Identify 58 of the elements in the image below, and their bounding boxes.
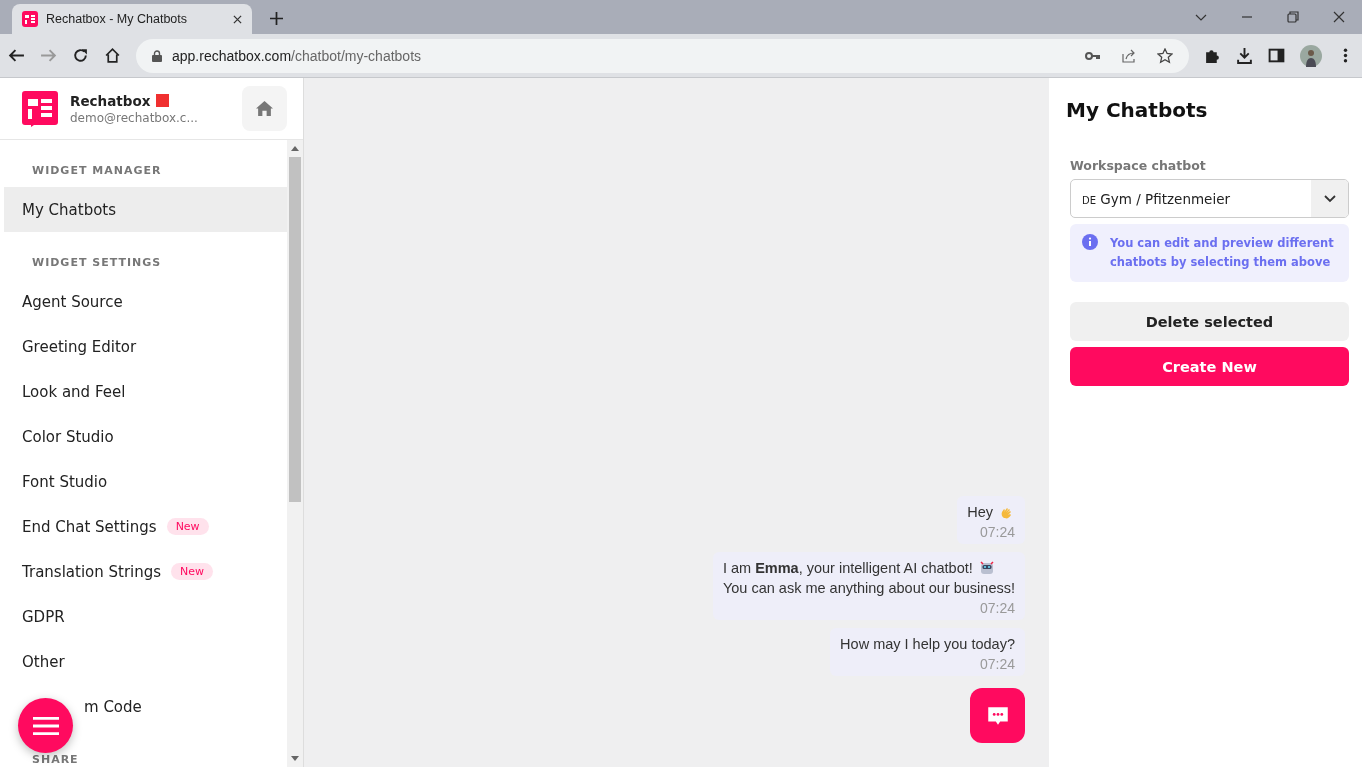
sidebar-item[interactable]: m Code bbox=[4, 684, 287, 729]
scroll-up-icon[interactable] bbox=[291, 146, 299, 151]
home-button[interactable] bbox=[242, 86, 287, 131]
close-icon[interactable] bbox=[233, 14, 242, 24]
sidebar-item[interactable]: End Chat Settings New bbox=[4, 504, 287, 549]
chevron-down-icon bbox=[1323, 194, 1336, 203]
status-square-icon bbox=[156, 94, 170, 107]
sidebar-item[interactable]: Look and Feel bbox=[4, 369, 287, 414]
share-icon[interactable] bbox=[1121, 47, 1137, 64]
menu-icon bbox=[32, 715, 59, 736]
chat-message: How may I help you today? 07:24 bbox=[830, 628, 1025, 676]
robot-icon bbox=[978, 560, 995, 576]
create-button[interactable]: Create New bbox=[1070, 347, 1349, 386]
menu-button[interactable] bbox=[18, 698, 73, 753]
back-icon[interactable] bbox=[8, 47, 25, 64]
new-badge: New bbox=[166, 518, 209, 535]
scroll-down-icon[interactable] bbox=[291, 756, 299, 761]
sidebar-item[interactable]: My Chatbots bbox=[4, 187, 287, 232]
panel-title: My Chatbots bbox=[1066, 98, 1209, 122]
section-heading: SHARE bbox=[31, 752, 80, 767]
sidebar-item[interactable]: GDPR bbox=[4, 594, 287, 639]
sidebar-item[interactable]: Agent Source bbox=[4, 279, 287, 324]
sidebar-item[interactable]: Greeting Editor bbox=[4, 324, 287, 369]
account-name: Rechatbox bbox=[70, 92, 151, 109]
chatbot-select[interactable]: DE Gym / Pfitzenmeier bbox=[1070, 179, 1349, 218]
sidebar-item[interactable]: Color Studio bbox=[4, 414, 287, 459]
delete-button[interactable]: Delete selected bbox=[1070, 302, 1349, 341]
address-bar[interactable]: app.rechatbox.com/chatbot/my-chatbots bbox=[136, 38, 1189, 73]
browser-tab[interactable]: Rechatbox - My Chatbots bbox=[12, 4, 252, 34]
section-heading: WIDGET MANAGER bbox=[31, 163, 163, 179]
logo-icon bbox=[22, 11, 38, 27]
account-email: demo@rechatbox.c... bbox=[70, 110, 199, 125]
section-heading: WIDGET SETTINGS bbox=[31, 255, 163, 271]
sidebar-item[interactable]: Translation Strings New bbox=[4, 549, 287, 594]
chat-message: Hey 07:24 bbox=[957, 496, 1025, 544]
close-icon[interactable] bbox=[1333, 11, 1345, 23]
sidebar-item[interactable]: Font Studio bbox=[4, 459, 287, 504]
chat-launcher-button[interactable] bbox=[970, 688, 1025, 743]
sidebar-item[interactable]: Other bbox=[4, 639, 287, 684]
new-badge: New bbox=[171, 563, 214, 580]
puzzle-icon[interactable] bbox=[1204, 47, 1221, 64]
star-icon[interactable] bbox=[1157, 47, 1173, 64]
home-icon[interactable] bbox=[104, 47, 121, 64]
restore-icon[interactable] bbox=[1287, 11, 1299, 23]
tab-title: Rechatbox - My Chatbots bbox=[46, 12, 189, 26]
reload-icon[interactable] bbox=[72, 47, 89, 64]
home-icon bbox=[256, 100, 273, 117]
side-panel-icon[interactable] bbox=[1268, 47, 1285, 64]
lock-icon bbox=[152, 49, 162, 62]
new-tab-icon[interactable] bbox=[270, 12, 283, 25]
chat-message: I am Emma, your intelligent AI chatbot! You can ask me anything about our business! 07:24 bbox=[712, 552, 1025, 620]
info-icon bbox=[1082, 234, 1098, 250]
field-label: Workspace chatbot bbox=[1070, 158, 1207, 173]
download-icon[interactable] bbox=[1236, 47, 1253, 64]
logo-icon bbox=[22, 90, 58, 127]
info-text: You can edit and preview different chatbots by selecting them above bbox=[1110, 235, 1335, 271]
scrollbar[interactable] bbox=[287, 140, 303, 767]
profile-avatar[interactable] bbox=[1300, 44, 1322, 67]
